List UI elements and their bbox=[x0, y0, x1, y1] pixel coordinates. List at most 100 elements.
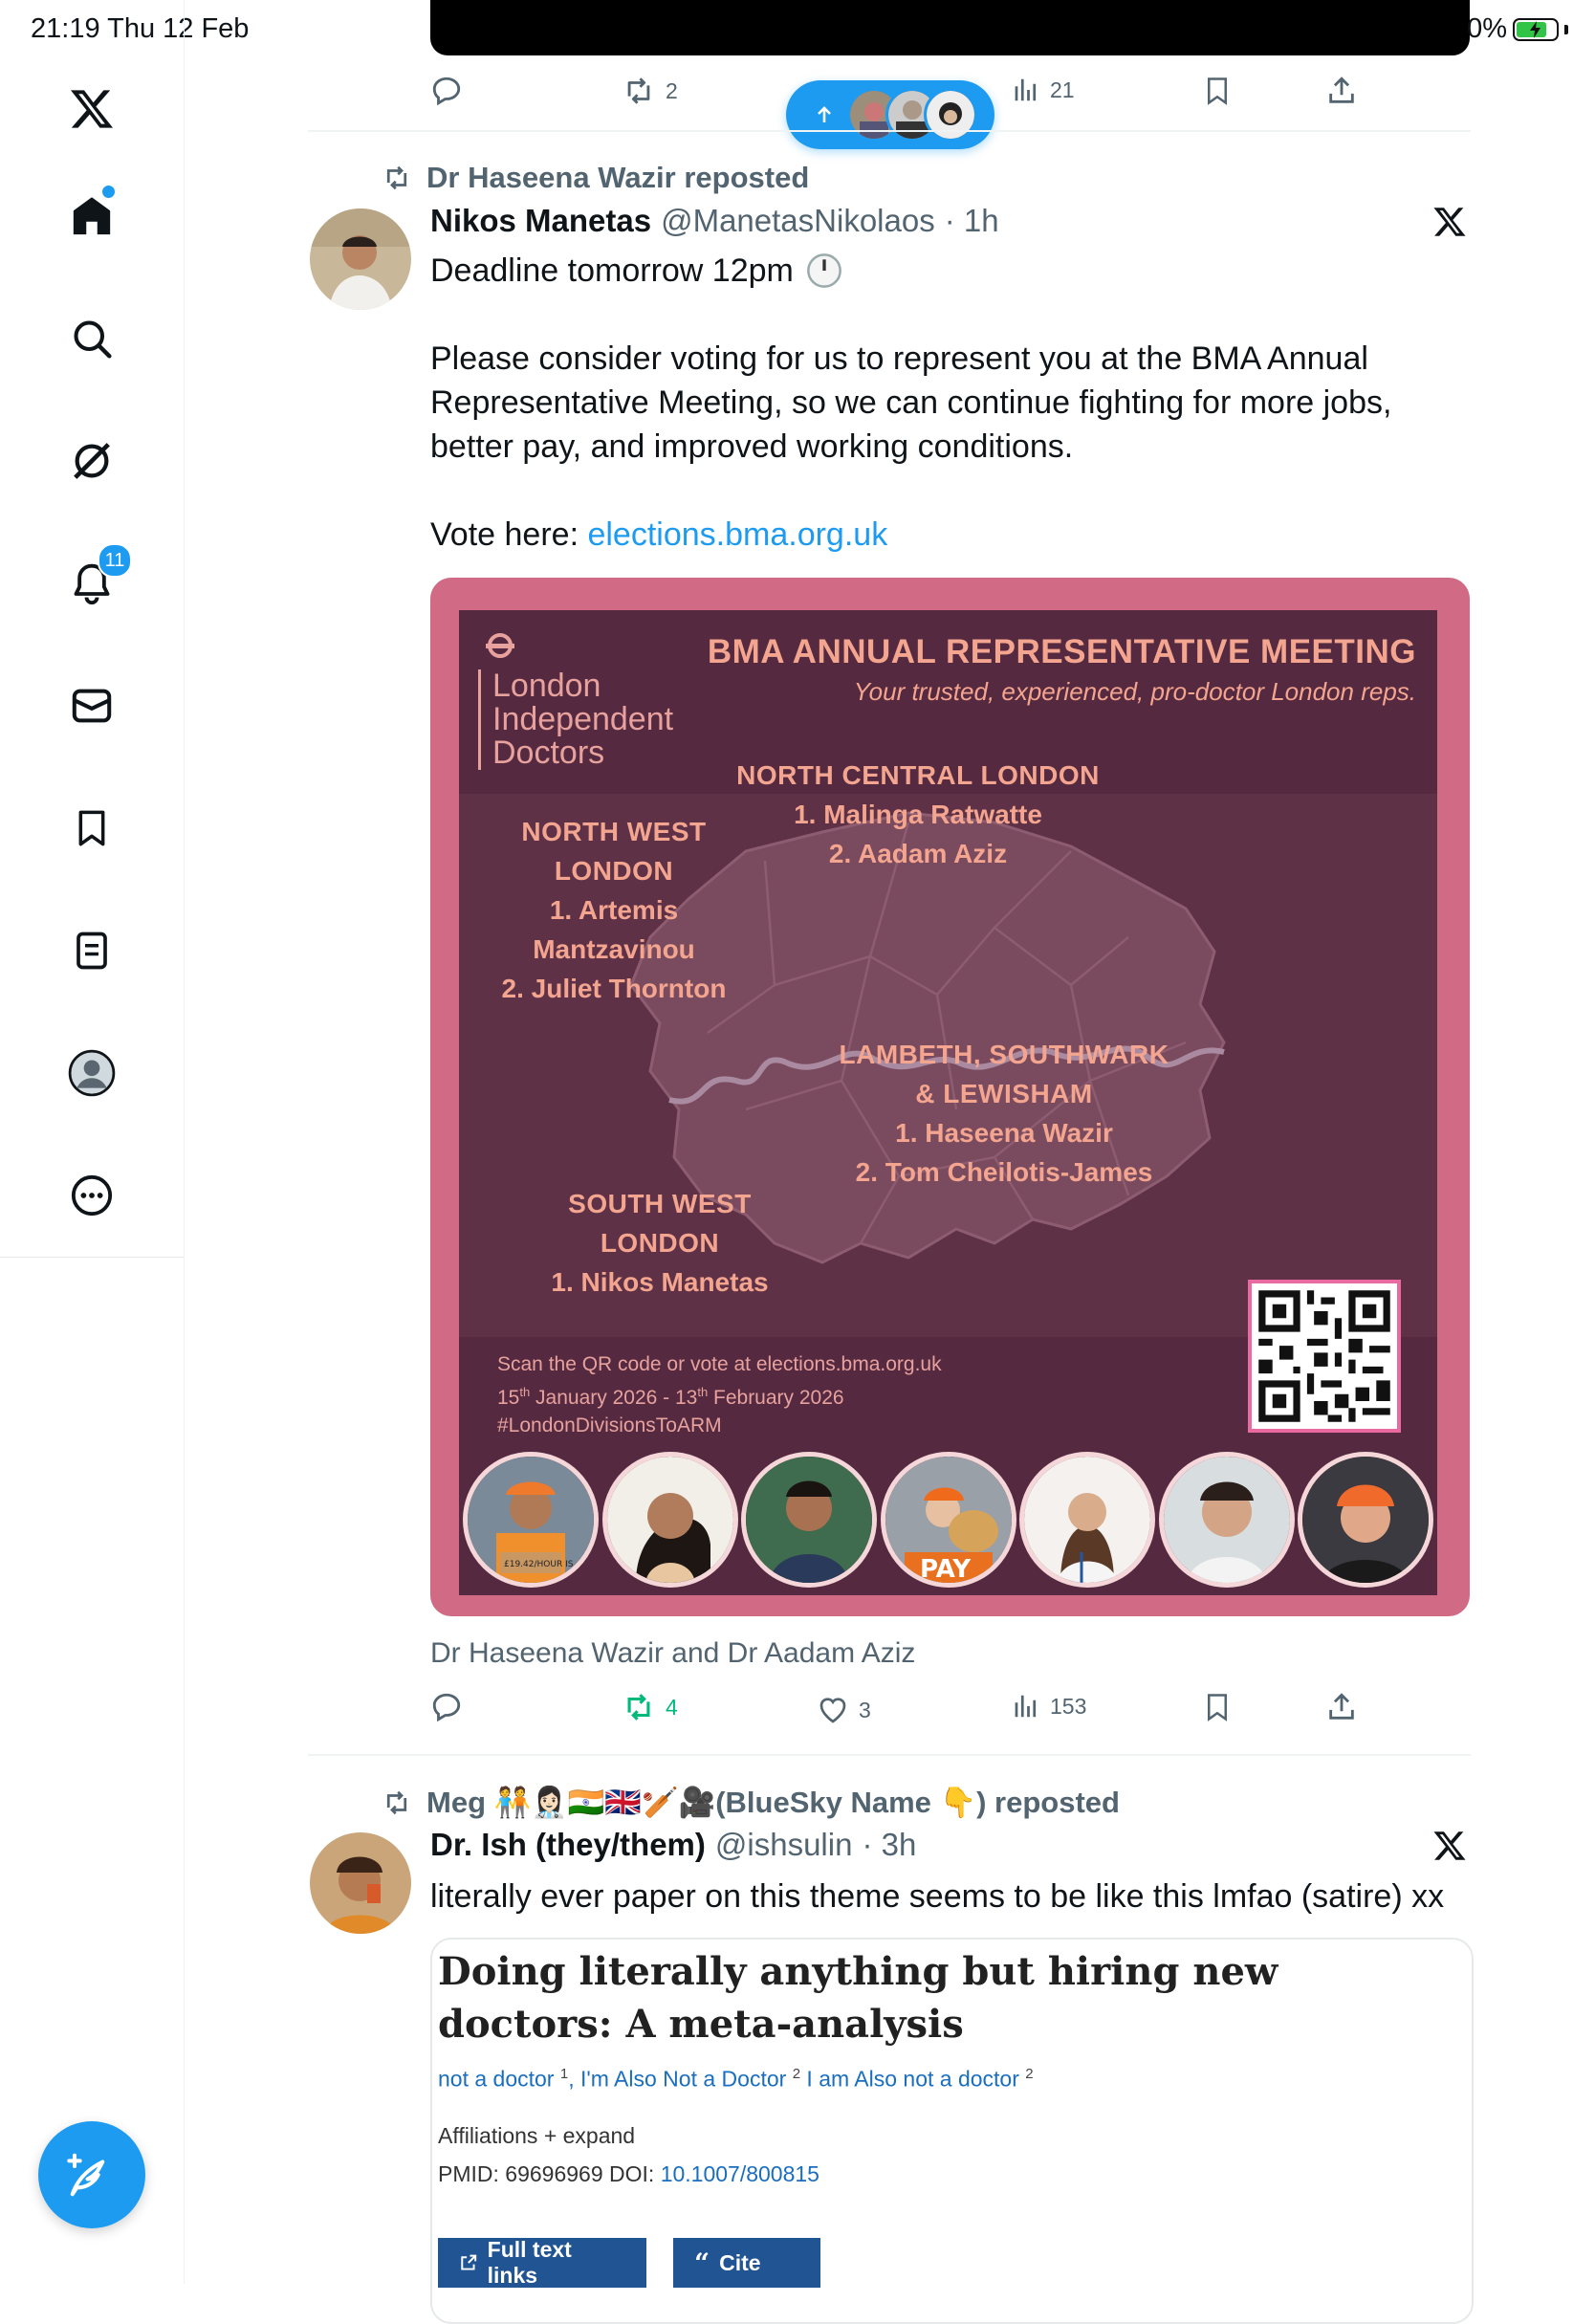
quote-icon: “ bbox=[694, 2247, 710, 2279]
tweet-time[interactable]: · 1h bbox=[945, 203, 999, 239]
candidate: 1. Artemis Mantzavinou bbox=[533, 895, 695, 964]
poster-title-text: BMA ANNUAL REPRESENTATIVE MEETING bbox=[707, 633, 1416, 670]
views-count: 153 bbox=[1050, 1693, 1087, 1719]
retweet-button[interactable]: 4 bbox=[622, 1691, 678, 1723]
author-name[interactable]: Nikos Manetas bbox=[430, 203, 651, 239]
tweet-author[interactable]: Nikos Manetas @ManetasNikolaos · 1h bbox=[430, 203, 999, 239]
retweet-icon bbox=[386, 165, 407, 190]
bookmark-icon[interactable] bbox=[65, 801, 119, 855]
views-button[interactable]: 153 bbox=[1012, 1691, 1086, 1721]
new-posts-pill[interactable] bbox=[786, 80, 994, 149]
x-logo-icon[interactable] bbox=[1432, 205, 1467, 244]
author-handle[interactable]: @ManetasNikolaos bbox=[661, 203, 935, 239]
region-name: NORTH CENTRAL LONDON bbox=[736, 760, 1100, 790]
views-button[interactable]: 21 bbox=[1012, 75, 1075, 105]
share-button[interactable] bbox=[1325, 1691, 1358, 1723]
qr-code bbox=[1248, 1280, 1401, 1433]
divider bbox=[308, 130, 1471, 132]
region-name: LAMBETH, SOUTHWARK bbox=[839, 1040, 1169, 1069]
mail-icon[interactable] bbox=[65, 679, 119, 733]
compose-button[interactable] bbox=[38, 2121, 145, 2228]
avatar bbox=[601, 1452, 738, 1588]
svg-text:£19.42/HOUR IS: £19.42/HOUR IS bbox=[504, 1560, 574, 1569]
like-button[interactable]: 3 bbox=[817, 1695, 871, 1725]
compose-icon bbox=[67, 2153, 105, 2197]
battery-percent: 0% bbox=[1467, 13, 1507, 44]
repost-indicator[interactable]: Meg 🧑‍🤝‍🧑👩🏻‍⚕️🇮🇳🇬🇧🏏🎥(BlueSky Name 👇) rep… bbox=[381, 1785, 1120, 1820]
sidebar: 11 bbox=[0, 0, 185, 2284]
retweet-count: 2 bbox=[666, 77, 678, 103]
avatar: £19.42/HOUR IS bbox=[463, 1452, 599, 1588]
region-lambeth-southwark-lewisham: LAMBETH, SOUTHWARK & LEWISHAM 1. Haseena… bbox=[794, 1035, 1214, 1192]
tweet-body: literally ever paper on this theme seems… bbox=[430, 1878, 1445, 1915]
more-icon[interactable] bbox=[65, 1169, 119, 1222]
clock-icon bbox=[806, 253, 841, 288]
list-icon[interactable] bbox=[65, 924, 119, 977]
vote-link[interactable]: elections.bma.org.uk bbox=[587, 516, 887, 553]
tweet-actions: 4 3 153 bbox=[430, 1691, 1473, 1729]
sidebar-divider bbox=[0, 1257, 184, 1258]
home-icon[interactable] bbox=[65, 184, 119, 243]
author-handle[interactable]: @ishsulin bbox=[715, 1827, 853, 1863]
tweet-image[interactable]: London Independent Doctors BMA ANNUAL RE… bbox=[430, 578, 1470, 1616]
repost-indicator[interactable]: Dr Haseena Wazir reposted bbox=[381, 161, 809, 195]
image-caption[interactable]: Dr Haseena Wazir and Dr Aadam Aziz bbox=[430, 1637, 915, 1670]
views-count: 21 bbox=[1050, 77, 1075, 102]
bookmark-button[interactable] bbox=[1203, 1691, 1232, 1723]
affiliations: Affiliations + expand bbox=[438, 2123, 636, 2148]
org-line: London bbox=[492, 668, 601, 704]
tweet-paragraph: Please consider voting for us to represe… bbox=[430, 340, 1392, 465]
views-icon bbox=[1015, 78, 1037, 101]
retweet-button[interactable]: 2 bbox=[622, 75, 678, 107]
share-button[interactable] bbox=[1325, 75, 1358, 107]
reply-button[interactable] bbox=[430, 1691, 463, 1723]
svg-text:PAY: PAY bbox=[920, 1555, 972, 1583]
candidate-photos: £19.42/HOUR IS PAY bbox=[459, 1452, 1437, 1595]
profile-icon[interactable] bbox=[65, 1046, 119, 1100]
region-south-west: SOUTH WEST LONDON 1. Nikos Manetas bbox=[516, 1184, 803, 1302]
org-line: Independent bbox=[492, 701, 674, 737]
x-logo-icon[interactable] bbox=[1432, 1829, 1467, 1868]
reply-icon bbox=[432, 77, 461, 106]
avatar[interactable] bbox=[310, 208, 411, 310]
home-notification-dot bbox=[100, 184, 117, 200]
tweet-time[interactable]: · 3h bbox=[862, 1827, 916, 1863]
org-name: London Independent Doctors bbox=[478, 669, 673, 770]
footer-hashtag: #LondonDivisionsToARM bbox=[497, 1414, 722, 1436]
tweet-author[interactable]: Dr. Ish (they/them) @ishsulin · 3h bbox=[430, 1827, 916, 1863]
media-overlay-bar bbox=[430, 0, 1470, 55]
roundel-icon bbox=[486, 633, 514, 658]
reply-button[interactable] bbox=[430, 75, 463, 107]
cite-button: “ Cite bbox=[673, 2238, 820, 2288]
search-icon[interactable] bbox=[65, 312, 119, 365]
tweet-image[interactable]: Doing literally anything but hiring new … bbox=[430, 1938, 1474, 2324]
share-icon bbox=[1329, 77, 1354, 103]
vote-prefix: Vote here: bbox=[430, 516, 588, 553]
candidate: 1. Nikos Manetas bbox=[551, 1267, 769, 1297]
avatar bbox=[1158, 1452, 1295, 1588]
author-link: I'm Also Not a Doctor bbox=[579, 2066, 787, 2092]
bookmark-button[interactable] bbox=[1203, 75, 1232, 107]
retweet-icon bbox=[627, 77, 650, 104]
vote-line: Vote here: elections.bma.org.uk bbox=[430, 513, 1473, 557]
x-logo-icon[interactable] bbox=[65, 82, 119, 136]
avatar bbox=[924, 88, 977, 142]
grok-icon[interactable] bbox=[65, 434, 119, 488]
notification-count-badge: 11 bbox=[98, 543, 132, 578]
author-name[interactable]: Dr. Ish (they/them) bbox=[430, 1827, 706, 1863]
poster-title: BMA ANNUAL REPRESENTATIVE MEETING Your t… bbox=[708, 633, 1416, 707]
region-north-west: NORTH WEST LONDON 1. Artemis Mantzavinou… bbox=[482, 812, 746, 1008]
author-link: not a doctor bbox=[438, 2066, 555, 2092]
external-link-icon bbox=[461, 2254, 477, 2270]
bell-icon[interactable]: 11 bbox=[65, 543, 132, 610]
battery-icon bbox=[1513, 17, 1559, 41]
region-name: SOUTH WEST LONDON bbox=[568, 1189, 752, 1258]
arrow-up-icon bbox=[818, 106, 831, 122]
avatar: PAY bbox=[880, 1452, 1016, 1588]
candidate: 1. Haseena Wazir bbox=[895, 1118, 1113, 1148]
avatar[interactable] bbox=[310, 1832, 411, 1934]
bookmark-icon bbox=[1208, 1694, 1227, 1721]
like-count: 3 bbox=[859, 1697, 871, 1722]
paper-authors: not a doctor 1, I'm Also Not a Doctor 2 … bbox=[438, 2066, 1034, 2092]
retweet-icon bbox=[627, 1694, 650, 1721]
